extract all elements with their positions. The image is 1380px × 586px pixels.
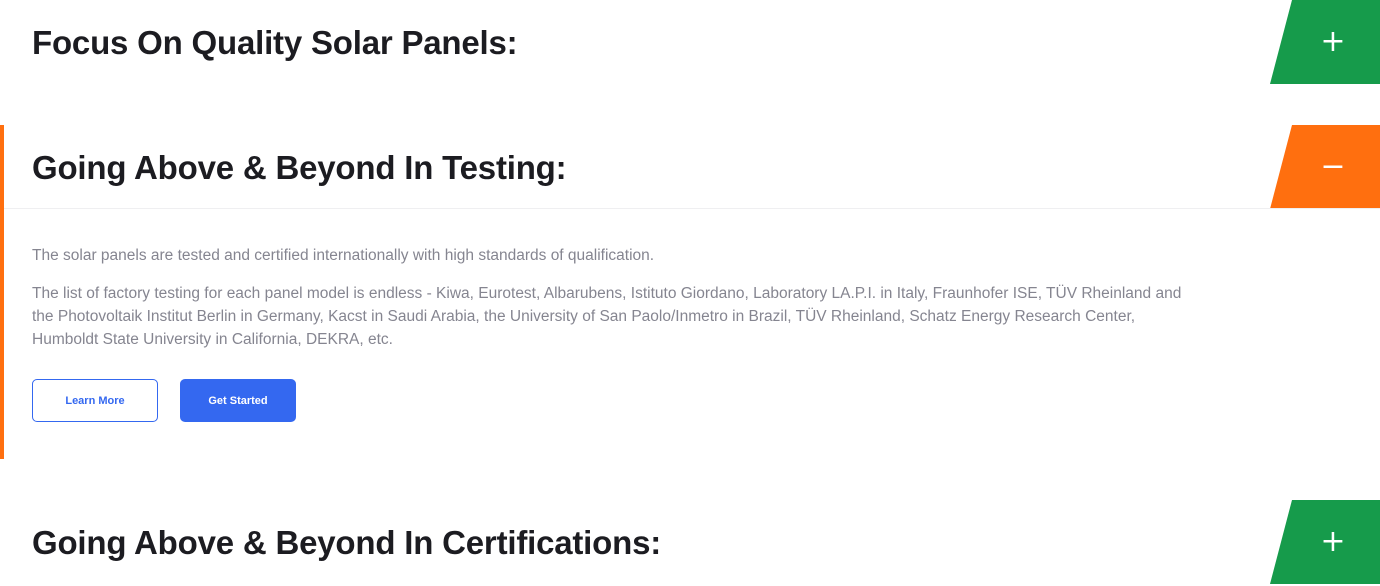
accordion-item-certifications: Going Above & Beyond In Certifications: …	[0, 500, 1380, 584]
plus-icon: +	[1320, 524, 1346, 559]
accordion-item-testing: Going Above & Beyond In Testing: − The s…	[0, 125, 1380, 459]
get-started-button[interactable]: Get Started	[180, 379, 296, 422]
accordion-header[interactable]: Focus On Quality Solar Panels: +	[0, 0, 1380, 84]
accordion-header[interactable]: Going Above & Beyond In Certifications: …	[0, 500, 1380, 584]
expand-toggle-button[interactable]: +	[1270, 0, 1380, 84]
collapse-toggle-button[interactable]: −	[1270, 125, 1380, 209]
accordion-item-quality-panels: Focus On Quality Solar Panels: +	[0, 0, 1380, 84]
header-divider	[4, 208, 1380, 209]
body-paragraph: The solar panels are tested and certifie…	[32, 247, 655, 264]
expand-toggle-button[interactable]: +	[1270, 500, 1380, 584]
accordion-header[interactable]: Going Above & Beyond In Testing: −	[0, 125, 1380, 209]
accordion-title[interactable]: Going Above & Beyond In Certifications:	[32, 500, 661, 584]
plus-icon: +	[1320, 24, 1346, 59]
minus-icon: −	[1320, 149, 1346, 184]
body-paragraph: The list of factory testing for each pan…	[32, 285, 1182, 348]
learn-more-button[interactable]: Learn More	[32, 379, 158, 422]
accordion-title[interactable]: Focus On Quality Solar Panels:	[32, 0, 518, 84]
accordion-title[interactable]: Going Above & Beyond In Testing:	[32, 125, 567, 209]
